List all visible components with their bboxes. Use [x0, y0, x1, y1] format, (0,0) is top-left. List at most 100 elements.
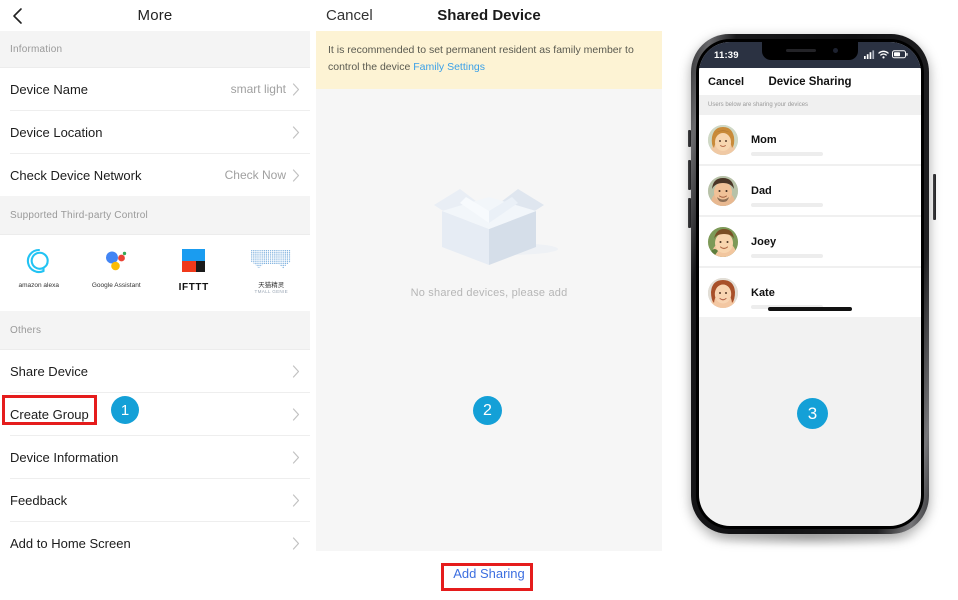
row-right: Check Now: [225, 168, 300, 182]
section-header-information: Information: [0, 31, 310, 67]
row-device-name[interactable]: Device Name smart light: [0, 68, 310, 110]
row-device-information[interactable]: Device Information: [0, 436, 310, 478]
avatar: [708, 226, 738, 257]
phone-status-bar: 11:39: [699, 42, 921, 68]
ifttt-icon: [181, 244, 206, 277]
phone-frame: 11:39 Cancel Device Sharing Users below …: [691, 34, 929, 534]
row-label: Add to Home Screen: [10, 535, 131, 551]
list-item[interactable]: Joey: [699, 217, 921, 266]
row-right: [292, 493, 300, 507]
step-badge-1: 1: [111, 396, 139, 424]
third-party-label: amazon alexa: [18, 282, 59, 289]
row-label: Device Information: [10, 449, 119, 465]
list-item[interactable]: Dad: [699, 166, 921, 215]
row-check-device-network[interactable]: Check Device Network Check Now: [0, 154, 310, 196]
third-party-logo-strip: amazon alexa Google Assistant IFTTT 天猫精灵…: [0, 235, 310, 311]
empty-state-text: No shared devices, please add: [410, 286, 568, 299]
phone-bezel: 11:39 Cancel Device Sharing Users below …: [696, 39, 924, 529]
status-time: 11:39: [714, 49, 739, 61]
chevron-right-icon: [292, 493, 300, 507]
row-label: Create Group: [10, 406, 89, 422]
list-item[interactable]: Mom: [699, 115, 921, 164]
phone-notch: [762, 42, 858, 60]
list-item-subtext: [751, 203, 823, 207]
row-add-to-home-screen[interactable]: Add to Home Screen: [0, 522, 310, 564]
step-badge-3: 3: [797, 398, 828, 429]
google-assistant-icon: [102, 244, 130, 277]
section-header-third-party: Supported Third-party Control: [0, 196, 310, 234]
phone-list-subheader: Users below are sharing your devices: [699, 95, 921, 115]
third-party-label: Google Assistant: [91, 282, 141, 289]
row-feedback[interactable]: Feedback: [0, 479, 310, 521]
chevron-right-icon: [292, 536, 300, 550]
row-right: [292, 450, 300, 464]
third-party-label: 天猫精灵 TMALL GENIE: [254, 282, 288, 295]
list-item-name: Mom: [751, 133, 777, 146]
empty-state-area: No shared devices, please add: [316, 88, 662, 551]
third-party-google-assistant[interactable]: Google Assistant: [78, 244, 156, 289]
chevron-left-icon[interactable]: [9, 7, 27, 25]
chevron-right-icon: [292, 450, 300, 464]
avatar: [708, 175, 738, 206]
battery-icon: [892, 46, 908, 64]
third-party-tmall-genie[interactable]: 天猫精灵 TMALL GENIE: [233, 244, 311, 295]
more-settings-panel: More Information Device Name smart light…: [0, 0, 310, 600]
row-value: smart light: [230, 82, 286, 96]
row-label: Device Location: [10, 124, 103, 140]
list-item-subtext: [751, 152, 823, 156]
mid-nav-bar: Cancel Shared Device: [316, 0, 662, 31]
row-right: smart light: [231, 82, 300, 96]
chevron-right-icon: [292, 407, 300, 421]
row-share-device[interactable]: Share Device: [0, 350, 310, 392]
section-header-others: Others: [0, 311, 310, 349]
amazon-alexa-icon: [26, 244, 52, 277]
third-party-label-cn: 天猫精灵: [258, 282, 285, 289]
mid-footer: Add Sharing: [316, 550, 662, 596]
phone-mockup: 11:39 Cancel Device Sharing Users below …: [683, 34, 941, 548]
chevron-right-icon: [292, 82, 300, 96]
avatar: [708, 124, 738, 155]
screenshot-stage: More Information Device Name smart light…: [0, 0, 958, 600]
avatar: [708, 277, 738, 308]
signal-bars-icon: [864, 46, 875, 64]
row-right: [292, 536, 300, 550]
tmall-genie-icon: [251, 244, 292, 277]
recommendation-banner: It is recommended to set permanent resid…: [316, 31, 662, 89]
phone-nav-bar: Cancel Device Sharing: [699, 68, 921, 95]
family-settings-link[interactable]: Family Settings: [413, 61, 485, 73]
row-right: [292, 364, 300, 378]
row-label: Feedback: [10, 492, 68, 508]
chevron-right-icon: [292, 125, 300, 139]
third-party-label-en: TMALL GENIE: [254, 289, 288, 295]
row-label: Device Name: [10, 81, 89, 97]
third-party-ifttt[interactable]: IFTTT: [155, 244, 233, 293]
row-label: Check Device Network: [10, 167, 142, 183]
list-item-name: Joey: [751, 235, 777, 248]
phone-screen: 11:39 Cancel Device Sharing Users below …: [699, 42, 921, 526]
wifi-icon: [878, 46, 889, 64]
left-nav-bar: More: [0, 0, 310, 31]
row-create-group[interactable]: Create Group: [0, 393, 310, 435]
third-party-label: IFTTT: [178, 282, 209, 293]
empty-box-icon: [414, 167, 564, 275]
phone-power-button: [933, 174, 936, 220]
row-right: [286, 125, 300, 139]
list-item-subtext: [751, 254, 823, 258]
row-label: Share Device: [10, 363, 89, 379]
row-value: Check Now: [224, 168, 286, 182]
mid-page-title: Shared Device: [437, 7, 541, 24]
shared-device-panel: Cancel Shared Device It is recommended t…: [316, 0, 662, 600]
row-device-location[interactable]: Device Location: [0, 111, 310, 153]
home-indicator[interactable]: [768, 307, 852, 311]
phone-page-title: Device Sharing: [768, 75, 852, 88]
front-camera-icon: [833, 48, 838, 53]
chevron-right-icon: [292, 168, 300, 182]
third-party-alexa[interactable]: amazon alexa: [0, 244, 78, 289]
add-sharing-button[interactable]: Add Sharing: [453, 566, 525, 581]
phone-user-list: Mom Dad Joey Kate: [699, 115, 921, 317]
list-item-name: Kate: [751, 286, 775, 299]
earpiece-speaker: [786, 49, 816, 52]
step-badge-2: 2: [473, 396, 502, 425]
row-right: [292, 407, 300, 421]
status-icons: [864, 46, 908, 64]
